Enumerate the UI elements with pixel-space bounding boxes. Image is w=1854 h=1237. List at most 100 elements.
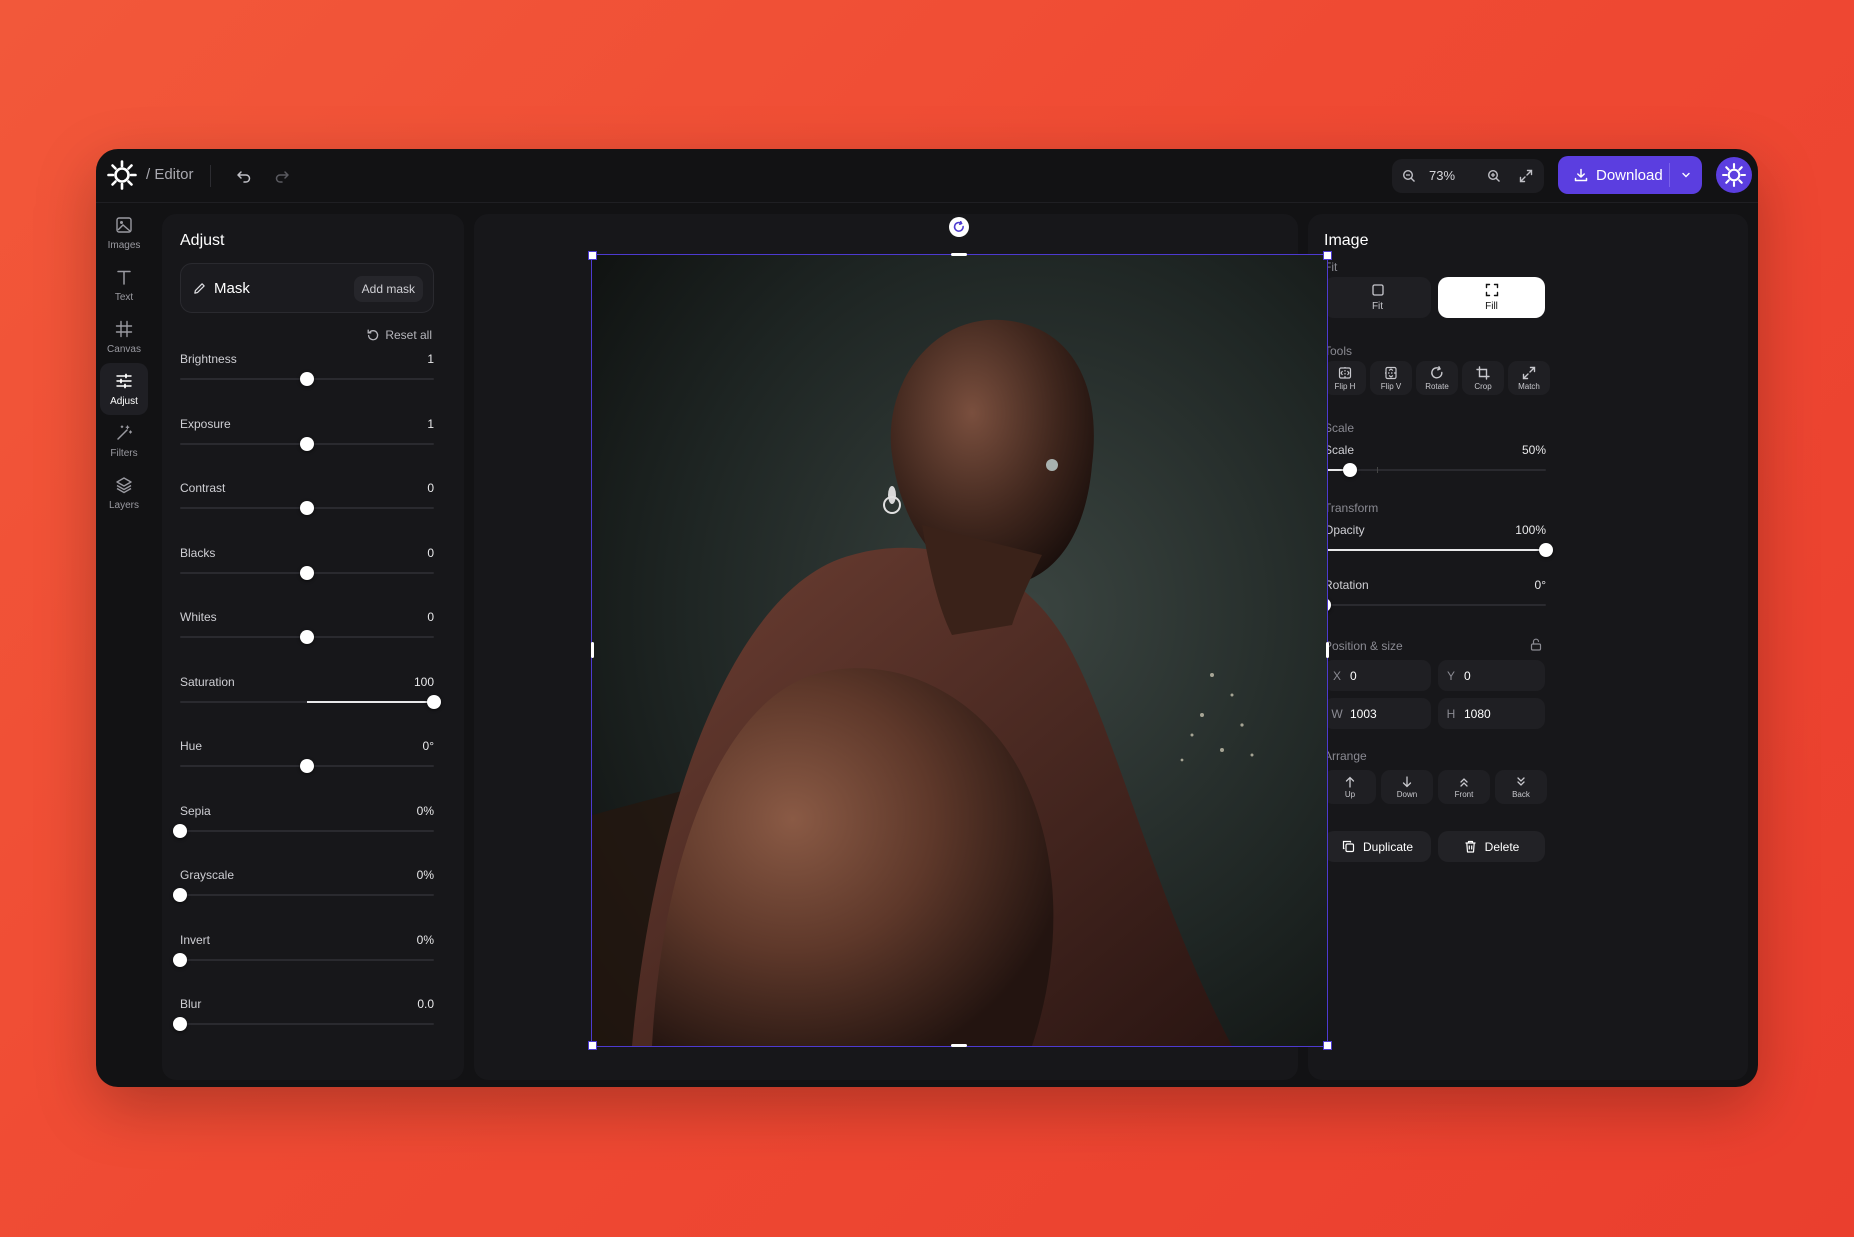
slider-knob[interactable] (300, 501, 314, 515)
slider-value: 1 (427, 352, 434, 366)
slider-track[interactable] (173, 823, 434, 838)
slider-knob[interactable] (300, 372, 314, 386)
slider-knob[interactable] (173, 1017, 187, 1031)
rail-item-images[interactable]: Images (100, 207, 148, 259)
slider-knob[interactable] (173, 823, 187, 838)
send-down-button[interactable]: Down (1381, 770, 1433, 804)
resize-handle-ne[interactable] (1323, 251, 1332, 260)
zoom-out-button[interactable] (1395, 162, 1423, 190)
add-mask-button[interactable]: Add mask (353, 276, 423, 302)
w-field[interactable]: W 1003 (1324, 698, 1431, 729)
rail-item-canvas[interactable]: Canvas (100, 311, 148, 363)
fit-option-fit[interactable]: Fit (1324, 277, 1431, 318)
slider-label: Brightness (180, 352, 237, 366)
download-button[interactable]: Download (1558, 156, 1669, 194)
rotate-icon (1431, 365, 1443, 378)
slider-blur[interactable]: Blur 0.0 (173, 997, 434, 1047)
slider-knob[interactable] (300, 436, 314, 451)
tool-label: Flip V (1380, 381, 1402, 391)
duplicate-button[interactable]: Duplicate (1324, 831, 1431, 862)
breadcrumb[interactable]: / Editor (146, 166, 194, 183)
fit-option-fill[interactable]: Fill (1438, 277, 1545, 318)
zoom-in-button[interactable] (1480, 162, 1508, 190)
slider-blacks[interactable]: Blacks 0 (180, 546, 434, 596)
slider-knob[interactable] (300, 565, 314, 580)
resize-handle-e[interactable] (1326, 642, 1329, 658)
delete-button[interactable]: Delete (1438, 831, 1545, 862)
resize-handle-se[interactable] (1323, 1041, 1332, 1050)
slider-knob[interactable] (300, 759, 314, 773)
slider-track[interactable] (1324, 463, 1546, 477)
crop-button[interactable]: Crop (1462, 361, 1504, 395)
rotation-slider[interactable]: Rotation 0° (1317, 578, 1546, 628)
slider-track[interactable] (180, 694, 441, 709)
flip-v-button[interactable]: Flip V (1370, 361, 1412, 395)
rail-item-text[interactable]: Text (100, 259, 148, 311)
slider-track[interactable] (173, 888, 434, 902)
h-field[interactable]: H 1080 (1438, 698, 1545, 729)
match-button[interactable]: Match (1508, 361, 1550, 395)
rail-item-filters[interactable]: Filters (100, 415, 148, 467)
expand-diagonal-icon (1522, 366, 1536, 379)
slider-track[interactable] (180, 436, 434, 451)
slider-knob[interactable] (1539, 543, 1553, 557)
resize-handle-nw[interactable] (588, 251, 597, 260)
flip-h-button[interactable]: Flip H (1324, 361, 1366, 395)
bring-up-button[interactable]: Up (1324, 770, 1376, 804)
fullscreen-button[interactable] (1512, 162, 1540, 190)
slider-knob[interactable] (1342, 463, 1357, 477)
resize-handle-w[interactable] (591, 642, 594, 658)
send-back-button[interactable]: Back (1495, 770, 1547, 804)
slider-track[interactable] (180, 630, 434, 644)
bring-front-button[interactable]: Front (1438, 770, 1490, 804)
slider-track[interactable] (180, 501, 434, 515)
resize-handle-sw[interactable] (588, 1041, 597, 1050)
canvas-image[interactable] (591, 254, 1328, 1047)
slider-saturation[interactable]: Saturation 100 (180, 675, 441, 725)
app-logo-icon[interactable] (106, 159, 138, 191)
resize-handle-n[interactable] (951, 253, 967, 256)
slider-knob[interactable] (300, 630, 314, 644)
undo-button[interactable] (230, 162, 258, 190)
slider-grayscale[interactable]: Grayscale 0% (173, 868, 434, 918)
slider-track[interactable] (1324, 543, 1553, 557)
slider-sepia[interactable]: Sepia 0% (173, 804, 434, 854)
slider-knob[interactable] (173, 952, 187, 967)
slider-track[interactable] (1317, 598, 1546, 612)
resize-handle-s[interactable] (951, 1044, 967, 1047)
chevron-down-icon (1682, 172, 1690, 178)
redo-button[interactable] (268, 162, 296, 190)
slider-track[interactable] (180, 565, 434, 580)
zoom-level[interactable]: 73% (1429, 168, 1455, 183)
tool-label: Match (1518, 381, 1540, 391)
download-icon (1574, 168, 1588, 182)
slider-track[interactable] (180, 759, 434, 773)
opacity-slider[interactable]: Opacity 100% (1324, 523, 1553, 573)
slider-knob[interactable] (173, 888, 187, 902)
lock-open-icon[interactable] (1530, 638, 1542, 651)
scale-slider[interactable]: Scale 50% (1324, 443, 1546, 493)
x-field[interactable]: X0 (1324, 660, 1431, 691)
slider-track[interactable] (173, 952, 434, 967)
arrange-label: Back (1512, 789, 1530, 799)
rail-label: Filters (110, 447, 138, 459)
rotate-button[interactable]: Rotate (1416, 361, 1458, 395)
slider-track[interactable] (180, 372, 434, 386)
slider-contrast[interactable]: Contrast 0 (180, 481, 434, 531)
rotate-handle[interactable] (949, 217, 969, 237)
download-options-button[interactable] (1670, 156, 1702, 194)
delete-label: Delete (1484, 839, 1520, 854)
panel-title: Image (1324, 232, 1369, 249)
y-field[interactable]: Y0 (1438, 660, 1545, 691)
slider-brightness[interactable]: Brightness 1 (180, 352, 434, 402)
rail-item-adjust[interactable]: Adjust (100, 363, 148, 415)
slider-track[interactable] (173, 1017, 434, 1031)
slider-whites[interactable]: Whites 0 (180, 610, 434, 660)
slider-exposure[interactable]: Exposure 1 (180, 417, 434, 467)
slider-hue[interactable]: Hue 0° (180, 739, 434, 789)
slider-knob[interactable] (427, 694, 441, 709)
rail-item-layers[interactable]: Layers (100, 467, 148, 519)
slider-invert[interactable]: Invert 0% (173, 933, 434, 983)
reset-all-button[interactable]: Reset all (367, 328, 432, 342)
avatar[interactable] (1716, 157, 1752, 193)
